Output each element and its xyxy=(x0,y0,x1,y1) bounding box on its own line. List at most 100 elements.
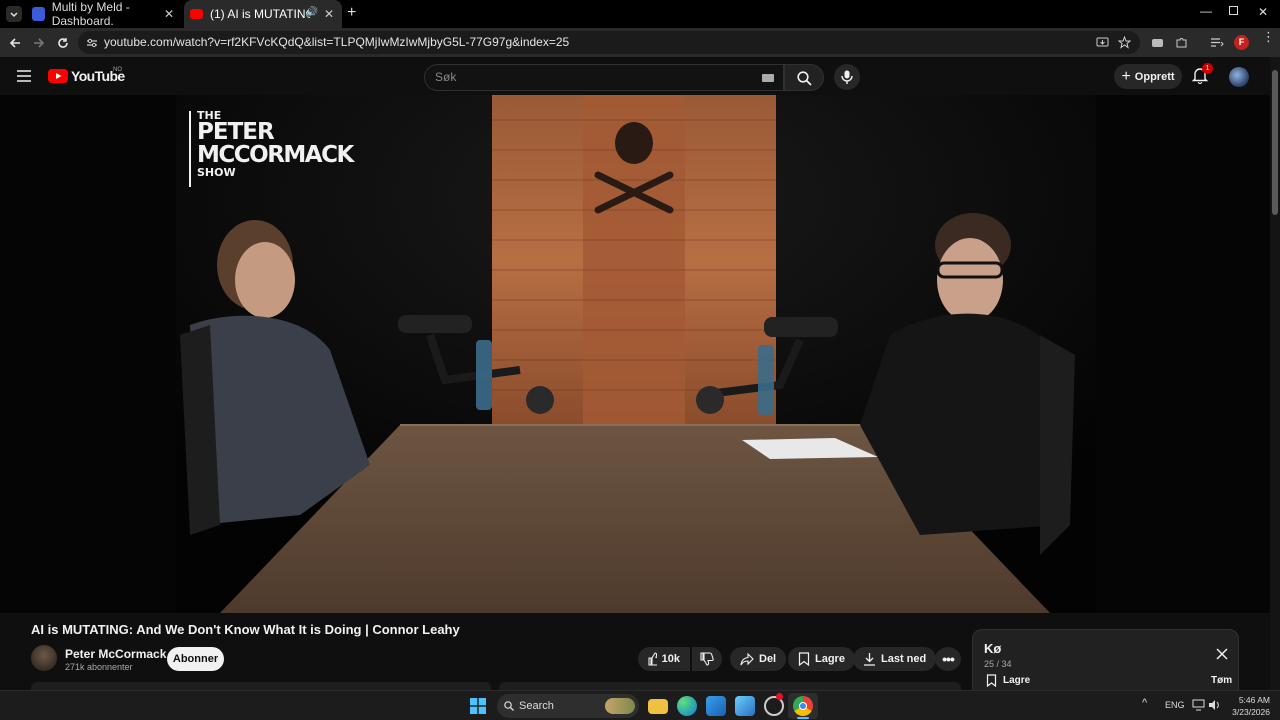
browser-tab-youtube[interactable]: (1) AI is MUTATING: And W 🔊 ✕ xyxy=(184,0,342,28)
queue-save-label: Lagre xyxy=(1003,675,1031,686)
dislike-button[interactable] xyxy=(692,647,722,671)
download-button[interactable]: Last ned xyxy=(853,647,937,671)
minimize-button[interactable]: — xyxy=(1200,4,1212,18)
logo-line2: PETER xyxy=(197,119,275,145)
queue-save-button[interactable]: Lagre xyxy=(986,674,1030,687)
edge-browser-icon[interactable] xyxy=(677,696,697,716)
save-label: Lagre xyxy=(815,653,845,665)
close-queue-icon[interactable] xyxy=(1216,648,1228,660)
queue-position: 25 / 34 xyxy=(984,659,1012,669)
tab-search-button[interactable] xyxy=(6,6,22,22)
close-window-button[interactable]: ✕ xyxy=(1258,5,1268,19)
address-bar[interactable]: youtube.com/watch?v=rf2KFVcKQdQ&list=TLP… xyxy=(78,31,1140,54)
microsoft-store-icon[interactable] xyxy=(706,696,726,716)
media-control-icon[interactable] xyxy=(1210,36,1224,49)
video-frame xyxy=(176,95,1096,613)
chevron-down-icon xyxy=(10,12,18,18)
bookmark-icon xyxy=(986,674,997,687)
tab-title: Multi by Meld - Dashboard. xyxy=(51,0,130,28)
download-icon xyxy=(864,653,875,666)
account-avatar[interactable] xyxy=(1229,67,1249,87)
snipping-tool-icon[interactable] xyxy=(735,696,755,716)
tab-title: (1) AI is MUTATING: And W xyxy=(210,7,310,21)
like-button[interactable]: 10k xyxy=(638,647,690,671)
subscriber-count: 271k abonnenter xyxy=(65,662,133,672)
comment-section-edge xyxy=(31,682,491,690)
hamburger-menu-icon[interactable] xyxy=(17,70,31,82)
create-button[interactable]: + Opprett xyxy=(1114,64,1182,89)
notifications-button[interactable]: 1 xyxy=(1192,63,1213,85)
create-label: Opprett xyxy=(1134,70,1175,83)
new-tab-button[interactable]: + xyxy=(347,4,356,22)
share-label: Del xyxy=(759,653,777,665)
share-arrow-icon xyxy=(740,652,754,665)
taskbar-search-label: Search xyxy=(519,700,554,712)
back-arrow-icon[interactable] xyxy=(7,35,23,51)
close-tab-icon[interactable]: ✕ xyxy=(164,7,174,21)
voice-search-button[interactable] xyxy=(834,64,860,90)
queue-title: Kø xyxy=(984,641,1002,656)
file-explorer-icon[interactable] xyxy=(648,699,668,714)
taskbar-search-box[interactable]: Search xyxy=(497,694,639,718)
site-info-icon[interactable] xyxy=(86,37,98,49)
channel-name[interactable]: Peter McCormack xyxy=(65,647,166,661)
thumbs-up-icon xyxy=(648,652,657,666)
chrome-icon-center xyxy=(799,702,807,710)
reload-icon[interactable] xyxy=(55,35,71,51)
show-hidden-icons-chevron-icon[interactable]: ^ xyxy=(1142,697,1147,709)
like-count: 10k xyxy=(661,653,680,665)
app-with-notification-icon[interactable] xyxy=(764,693,784,716)
notification-dot xyxy=(776,693,783,700)
channel-avatar[interactable] xyxy=(31,645,57,671)
youtube-header: YouTube NO Søk + Opprett 1 xyxy=(0,57,1280,95)
input-language[interactable]: ENG xyxy=(1165,700,1185,710)
video-player[interactable]: THE PETER MCCORMACK SHOW xyxy=(0,95,1270,613)
subscribe-button[interactable]: Abonner xyxy=(167,647,224,671)
search-icon xyxy=(504,701,514,711)
install-app-icon[interactable] xyxy=(1096,36,1109,49)
bookmark-star-icon[interactable] xyxy=(1118,36,1131,49)
forward-arrow-icon[interactable] xyxy=(31,35,47,51)
queue-clear-button[interactable]: Tøm xyxy=(1211,675,1232,686)
notification-count: 1 xyxy=(1205,65,1210,72)
search-button[interactable] xyxy=(784,64,824,91)
scrollbar-thumb[interactable] xyxy=(1272,70,1278,215)
browser-tab-strip: Multi by Meld - Dashboard. ✕ (1) AI is M… xyxy=(0,0,1280,28)
youtube-play-logo-icon xyxy=(48,69,68,83)
volume-icon[interactable] xyxy=(1208,699,1221,711)
browser-tab-meld[interactable]: Multi by Meld - Dashboard. ✕ xyxy=(26,0,182,28)
plus-icon: + xyxy=(1121,67,1131,85)
search-highlight-image xyxy=(605,698,635,714)
search-placeholder: Søk xyxy=(435,70,457,84)
network-icon[interactable] xyxy=(1192,699,1205,711)
extension-icon[interactable] xyxy=(1151,36,1164,49)
share-button[interactable]: Del xyxy=(730,647,787,671)
download-label: Last ned xyxy=(881,653,927,665)
chrome-menu-icon[interactable]: ⋮ xyxy=(1262,30,1275,43)
windows-start-icon[interactable] xyxy=(470,698,486,714)
clock[interactable]: 5:46 AM 3/23/2026 xyxy=(1226,694,1270,718)
youtube-favicon-icon xyxy=(190,9,203,19)
speaker-icon[interactable]: 🔊 xyxy=(306,7,318,18)
logo-line4: SHOW xyxy=(197,166,236,179)
search-icon xyxy=(796,71,812,86)
search-input[interactable]: Søk xyxy=(424,64,784,91)
windows-taskbar: Search ^ ENG 5:46 AM 3/23/2026 xyxy=(0,690,1280,720)
meld-favicon-icon xyxy=(32,7,45,21)
chrome-icon[interactable] xyxy=(793,696,813,716)
profile-avatar[interactable]: F xyxy=(1234,35,1249,50)
keyboard-icon[interactable] xyxy=(762,74,774,82)
microphone-icon xyxy=(841,70,853,84)
notification-badge: 1 xyxy=(1202,63,1213,74)
description-edge xyxy=(499,682,961,690)
region-code: NO xyxy=(113,67,122,73)
more-actions-button[interactable]: ••• xyxy=(935,647,961,671)
save-button[interactable]: Lagre xyxy=(788,647,855,671)
queue-panel: Kø 25 / 34 Lagre Tøm xyxy=(972,629,1239,699)
clock-time: 5:46 AM xyxy=(1238,695,1270,705)
close-tab-icon[interactable]: ✕ xyxy=(324,7,334,21)
logo-line3: MCCORMACK xyxy=(197,142,354,168)
restore-button[interactable] xyxy=(1229,6,1238,15)
puzzle-extensions-icon[interactable] xyxy=(1175,36,1188,49)
bookmark-icon xyxy=(798,652,810,666)
